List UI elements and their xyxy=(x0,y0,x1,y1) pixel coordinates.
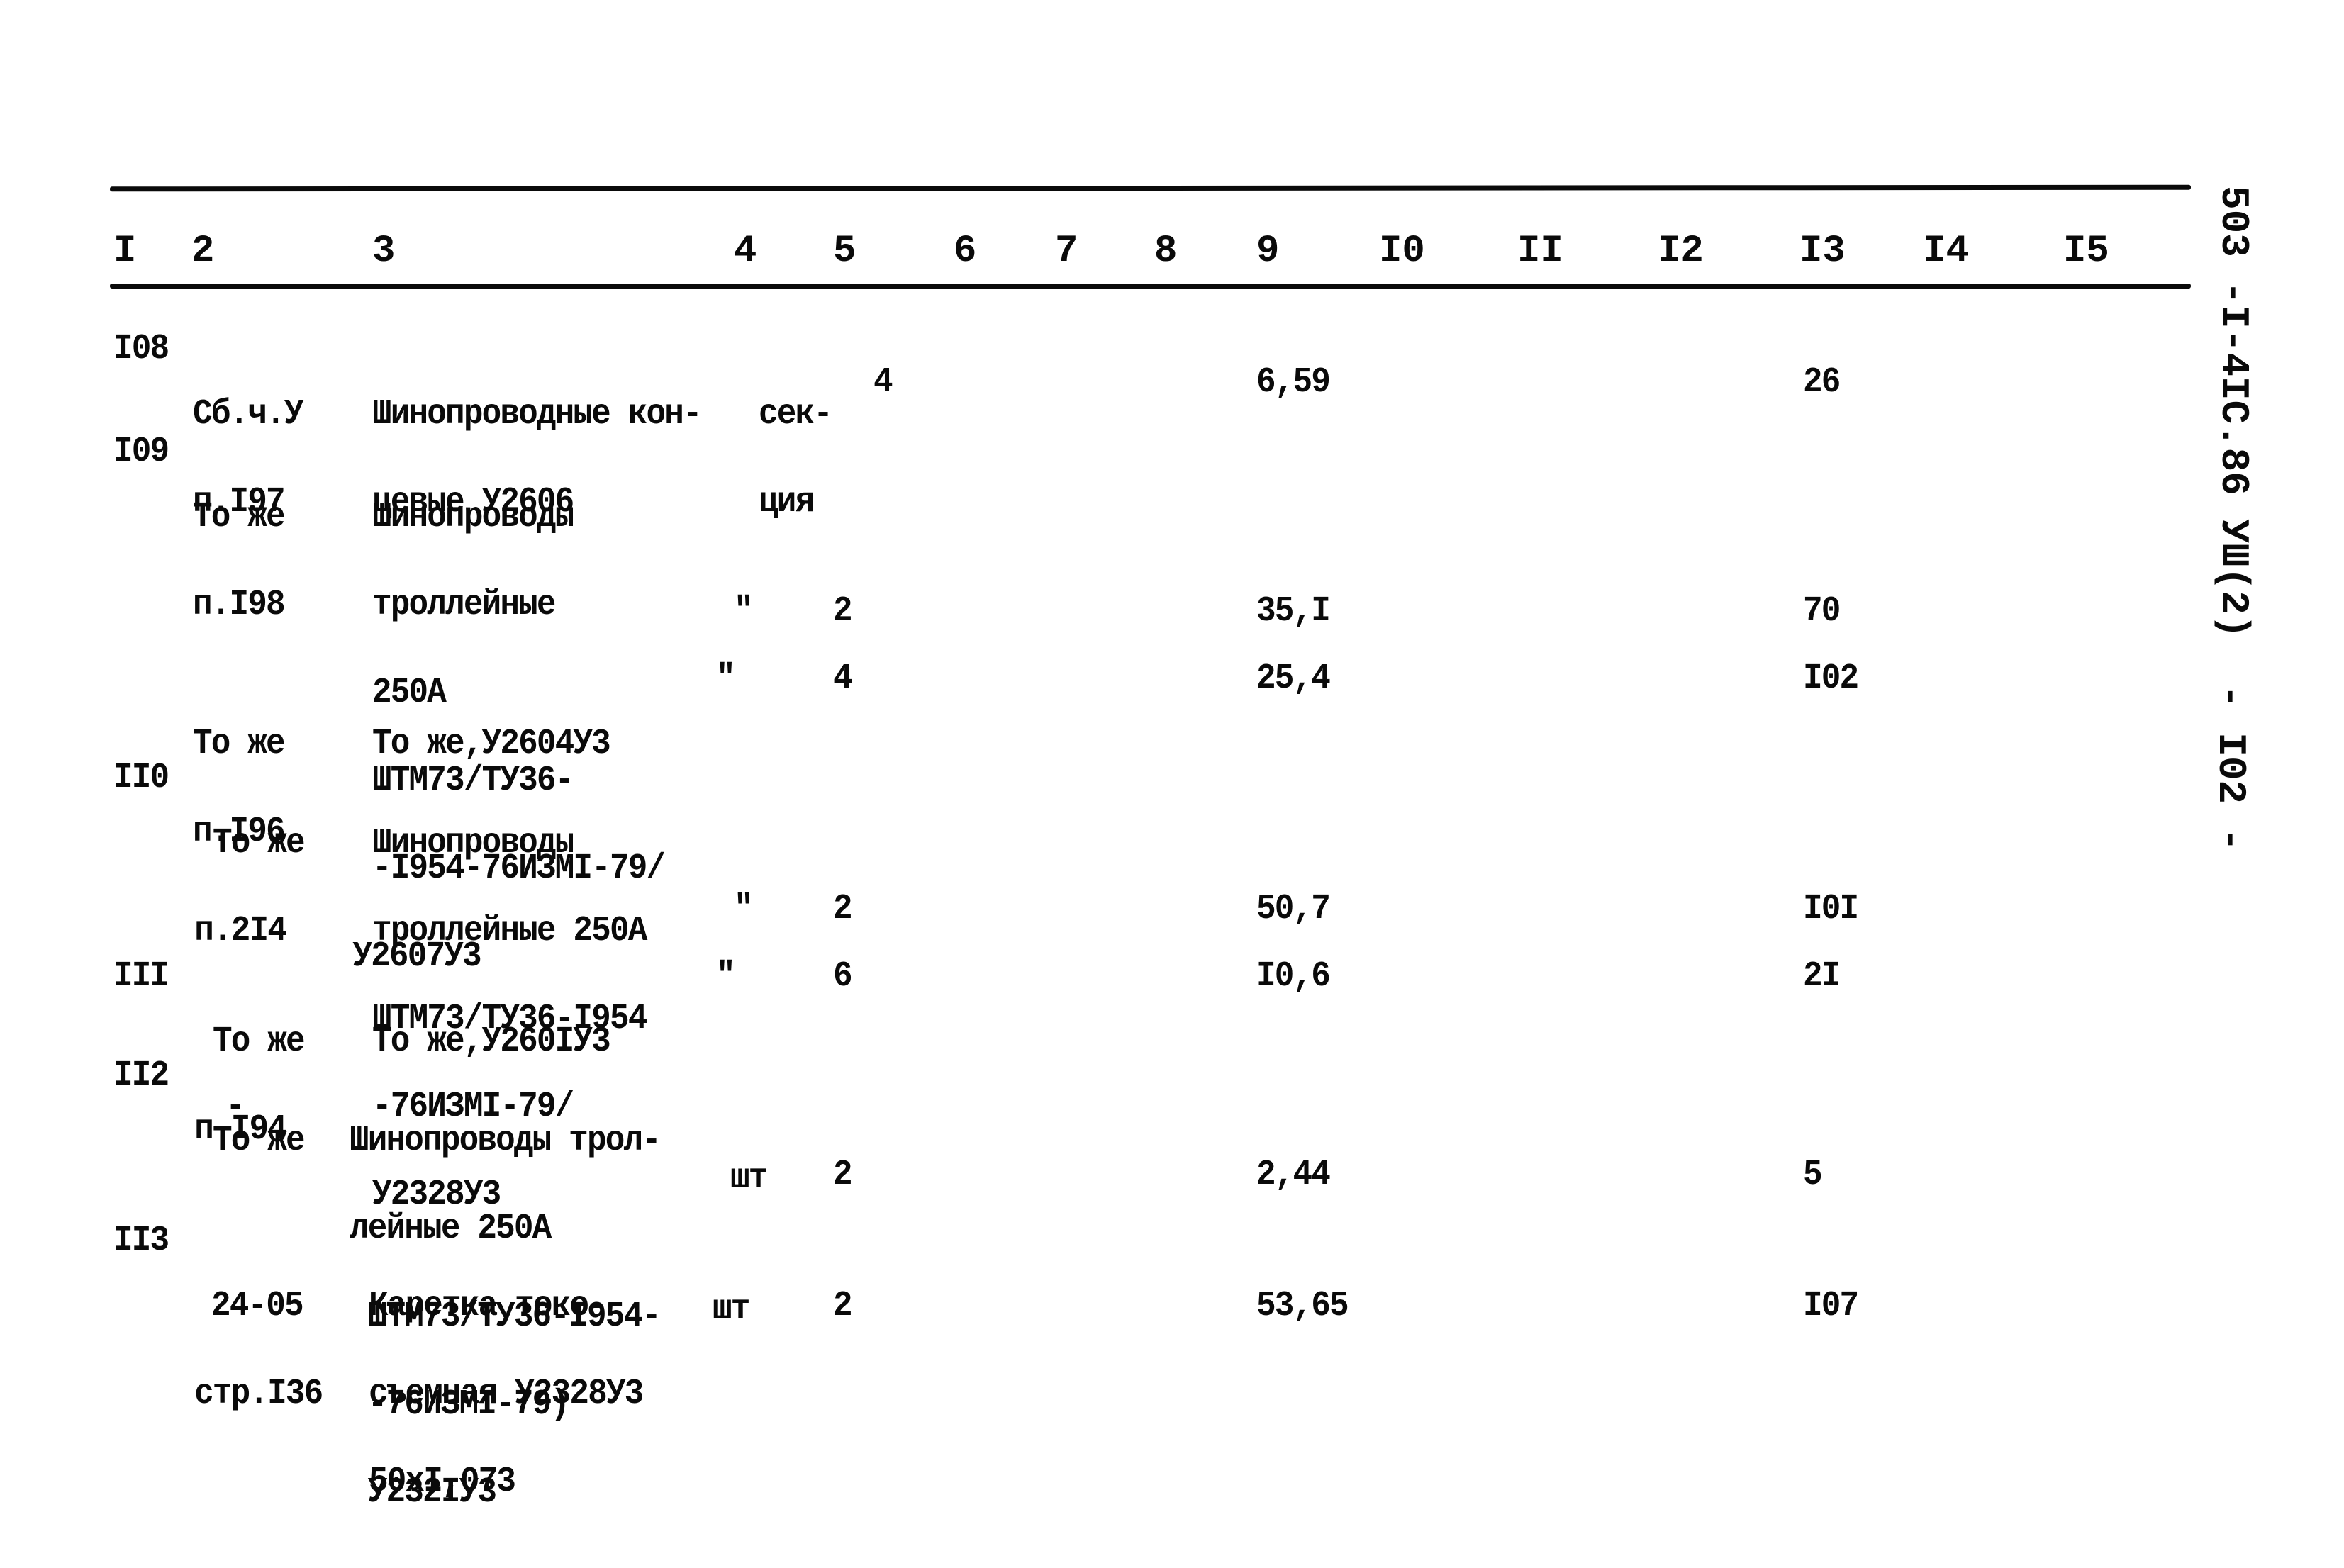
description-line: 50хI,073 xyxy=(369,1462,516,1502)
description-line: Шинопроводы xyxy=(372,823,574,863)
item-description: Каретка токо- съемная У2328У3 50хI,073 xyxy=(369,1225,644,1554)
quantity: 2 xyxy=(833,1155,853,1195)
description-line: Шинопроводы xyxy=(372,497,574,537)
column-header: 5 xyxy=(833,230,856,273)
row-number: III xyxy=(113,956,169,997)
row-number: I08 xyxy=(113,329,169,369)
description-line: Каретка токо- xyxy=(369,1286,608,1326)
description-line: съемная У2328У3 xyxy=(369,1374,644,1414)
column-header: 7 xyxy=(1055,230,1078,273)
row-number: I09 xyxy=(113,432,169,472)
description-line: троллейные 250А xyxy=(372,911,647,951)
column-header: 3 xyxy=(372,230,396,273)
unit: " xyxy=(716,956,736,997)
source-line: То же xyxy=(193,497,286,537)
source-line: То же xyxy=(213,1121,306,1161)
total-value: I0I xyxy=(1803,889,1859,929)
quantity: 4 xyxy=(874,362,893,403)
unit: " xyxy=(734,591,754,632)
source-line: То же xyxy=(193,724,286,764)
source-line: Сб.ч.У xyxy=(193,394,303,435)
unit: шт xyxy=(730,1158,768,1199)
description-line: Шинопроводы трол- xyxy=(350,1121,662,1161)
total-value: 5 xyxy=(1803,1155,1823,1195)
total-value: I07 xyxy=(1803,1286,1859,1326)
header-top-rule xyxy=(109,184,2192,192)
column-header: II xyxy=(1517,230,1563,273)
header-bottom-rule xyxy=(110,284,2191,289)
quantity: 2 xyxy=(833,591,853,632)
description-line: То же,У260IУ3 xyxy=(372,1021,611,1062)
total-value: I02 xyxy=(1803,659,1859,699)
source-line: п.I98 xyxy=(193,585,286,625)
column-header: I4 xyxy=(1923,230,1969,273)
quantity: 2 xyxy=(833,1286,853,1326)
description-line: троллейные xyxy=(372,585,556,625)
column-header: 2 xyxy=(191,230,215,273)
source-reference: 24-05 стр.I36 xyxy=(194,1225,323,1466)
unit: " xyxy=(734,889,754,929)
total-value: 26 xyxy=(1803,362,1841,403)
unit: сек- ция xyxy=(759,333,833,584)
source-line: п.2I4 xyxy=(194,911,287,951)
column-header: 8 xyxy=(1154,230,1178,273)
unit-weight: 53,65 xyxy=(1256,1286,1349,1326)
description-line: Шинопроводные кон- xyxy=(372,394,703,435)
row-number: II3 xyxy=(113,1221,169,1261)
quantity: 4 xyxy=(833,659,853,699)
unit-weight: I0,6 xyxy=(1256,956,1331,997)
unit-weight: 35,I xyxy=(1256,591,1331,632)
quantity: 6 xyxy=(833,956,853,997)
quantity: 2 xyxy=(833,889,853,929)
source-line: То же xyxy=(213,1021,306,1062)
column-header: 6 xyxy=(954,230,977,273)
source-line: То же xyxy=(213,823,306,863)
document-code: 503 -I-4IC.86 УШ(2) xyxy=(2211,186,2256,639)
total-value: 70 xyxy=(1803,591,1841,632)
column-header: 9 xyxy=(1256,230,1280,273)
column-header: I5 xyxy=(2063,230,2109,273)
row-number: II2 xyxy=(113,1055,169,1096)
source-line: стр.I36 xyxy=(194,1374,323,1414)
page-number: - I02 - xyxy=(2208,685,2253,852)
source-line: 24-05 xyxy=(211,1286,304,1326)
total-value: 2I xyxy=(1803,956,1841,997)
column-header: I xyxy=(113,230,137,273)
unit-weight: 50,7 xyxy=(1256,889,1331,929)
unit-weight: 6,59 xyxy=(1256,362,1331,403)
source-reference: То же п.I98 xyxy=(193,436,286,687)
unit: шт xyxy=(713,1289,750,1330)
unit-weight: 25,4 xyxy=(1256,659,1331,699)
row-number: II0 xyxy=(113,758,169,798)
unit-line: ция xyxy=(759,482,815,522)
source-reference: То же xyxy=(213,1060,306,1223)
unit-weight: 2,44 xyxy=(1256,1155,1331,1195)
unit: " xyxy=(716,659,736,699)
column-header: I3 xyxy=(1799,230,1846,273)
column-header: I2 xyxy=(1658,230,1704,273)
column-header: I0 xyxy=(1379,230,1425,273)
description-line: То же,У2604У3 xyxy=(372,724,611,764)
column-header: 4 xyxy=(734,230,757,273)
unit-line: сек- xyxy=(759,394,833,435)
